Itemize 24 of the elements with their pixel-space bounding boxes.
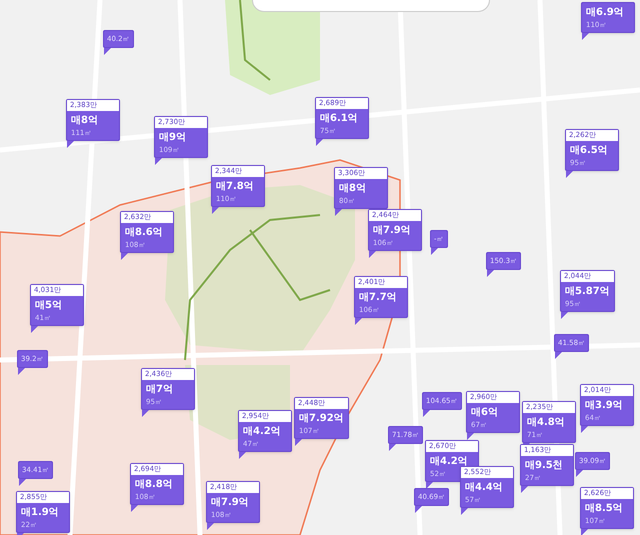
sale-price: 매7.92억 — [298, 412, 345, 426]
sale-price: 매7.9억 — [210, 496, 250, 510]
sale-price: 매8.6억 — [124, 226, 164, 240]
sale-price: 매4.8억 — [526, 416, 566, 430]
sale-price: 매3.9억 — [584, 399, 624, 413]
sale-price: 매9억 — [158, 131, 187, 145]
sale-price: 매6억 — [470, 406, 499, 420]
sale-price: 매4.2억 — [242, 425, 282, 439]
sale-price: 매1.9억 — [20, 506, 60, 520]
sale-price: 매7.8억 — [215, 180, 255, 194]
sale-price: 매5.87억 — [564, 285, 611, 299]
sale-price: 매4.2억 — [429, 455, 469, 468]
sale-price: 매6.1억 — [319, 112, 359, 126]
sale-price: 매7.7억 — [358, 291, 398, 305]
sale-price: 매8.5억 — [584, 502, 624, 516]
sale-price: 매5억 — [34, 299, 63, 313]
sale-price: 매8억 — [338, 182, 367, 196]
sale-price: 매6.9억 — [585, 6, 625, 20]
sale-price: 매8억 — [70, 114, 99, 128]
sale-price: 매7.9억 — [372, 224, 412, 238]
sale-price: 매7억 — [145, 383, 174, 397]
sale-price: 매8.8억 — [134, 478, 174, 492]
sale-price: 매9.5천 — [524, 459, 564, 473]
sale-price: 매6.5억 — [569, 144, 609, 158]
